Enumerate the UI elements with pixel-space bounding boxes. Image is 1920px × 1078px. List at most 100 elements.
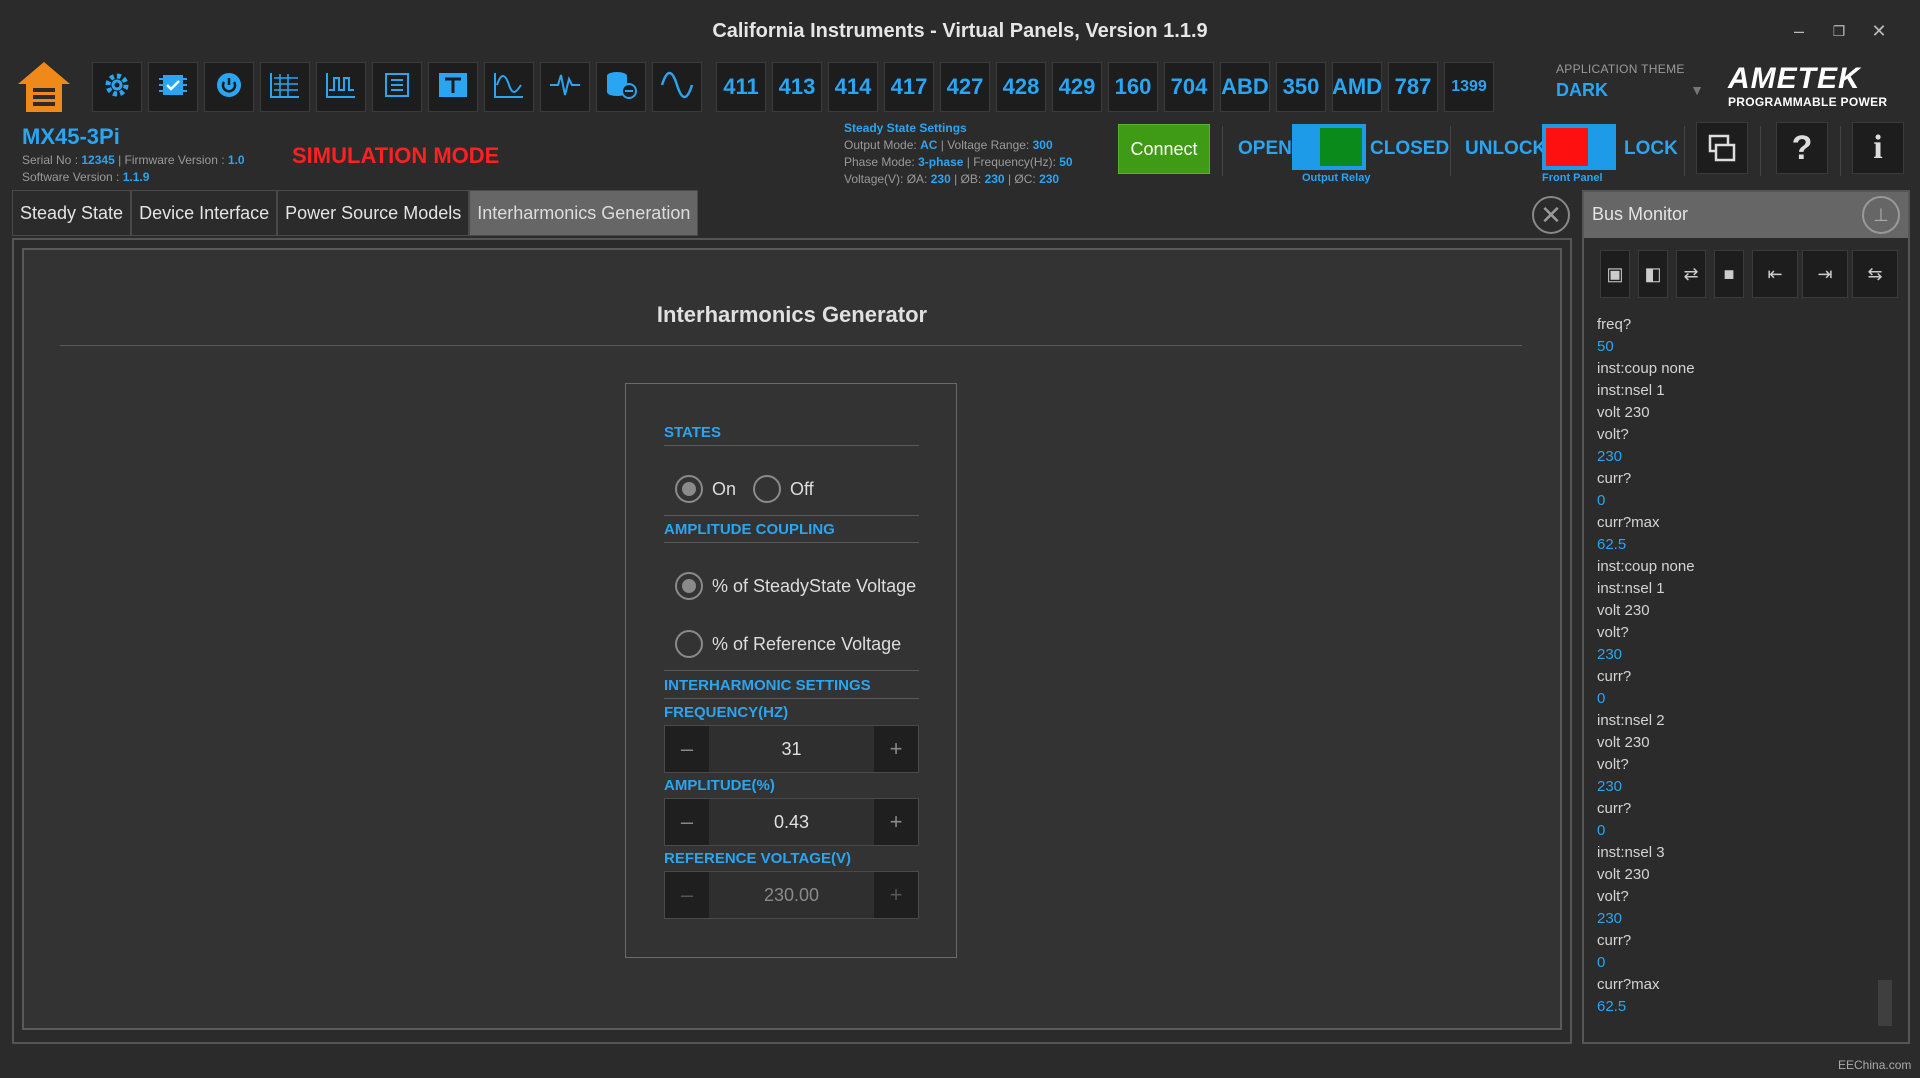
log-command: volt 230 [1597, 404, 1650, 421]
frequency-label: Frequency(Hz): [973, 155, 1056, 169]
radio-indicator [753, 475, 781, 503]
transient-button[interactable] [428, 62, 478, 112]
amplitude-increment-button[interactable]: + [874, 799, 918, 845]
model-button-787[interactable]: 787 [1388, 62, 1438, 112]
tab-steady-state[interactable]: Steady State [12, 190, 132, 236]
device-software: Software Version : 1.1.9 [22, 170, 149, 184]
frequency-input[interactable]: 31 [709, 726, 874, 772]
home-button[interactable] [16, 60, 88, 114]
frequency-value: 50 [1059, 155, 1073, 169]
pin-button[interactable]: ⊥ [1862, 196, 1900, 234]
front-panel-knob [1546, 128, 1588, 166]
divider [1450, 126, 1451, 176]
model-button-411[interactable]: 411 [716, 62, 766, 112]
save-to-button[interactable]: ⇥ [1802, 250, 1848, 298]
save-in-button[interactable]: ⇤ [1752, 250, 1798, 298]
tab-bar: Steady State Device Interface Power Source… [12, 190, 699, 236]
log-command: inst:coup none [1597, 360, 1695, 377]
phase-mode-label: Phase Mode: [844, 155, 915, 169]
dock-right-icon: ▣ [1606, 263, 1624, 284]
state-off-radio[interactable]: Off [753, 475, 814, 503]
steady-state-summary: Steady State Settings Output Mode: AC | … [844, 120, 1073, 188]
reference-decrement-button[interactable]: – [665, 872, 709, 918]
settings-button[interactable] [92, 62, 142, 112]
voltage-c-value: 230 [1039, 172, 1060, 186]
model-button-350[interactable]: 350 [1276, 62, 1326, 112]
radio-indicator [675, 475, 703, 503]
save-swap-button[interactable]: ⇆ [1852, 250, 1898, 298]
log-response: 0 [1597, 954, 1606, 971]
stop-button[interactable]: ■ [1714, 250, 1744, 298]
section-divider [664, 515, 919, 516]
section-divider [664, 542, 919, 543]
log-command: freq? [1597, 316, 1632, 333]
model-button-abd[interactable]: ABD [1220, 62, 1270, 112]
frequency-label: FREQUENCY(HZ) [664, 704, 789, 721]
help-button[interactable]: ? [1776, 122, 1828, 174]
waveform-table-button[interactable] [260, 62, 310, 112]
radio-indicator [675, 572, 703, 600]
window-layout-button[interactable] [1696, 122, 1748, 174]
pulse-button[interactable] [540, 62, 590, 112]
log-response: 50 [1597, 338, 1614, 355]
output-relay-toggle[interactable] [1292, 124, 1366, 170]
phase-mode-value: 3-phase [918, 155, 964, 169]
model-button-413[interactable]: 413 [772, 62, 822, 112]
model-button-160[interactable]: 160 [1108, 62, 1158, 112]
state-on-radio[interactable]: On [675, 475, 736, 503]
model-button-414[interactable]: 414 [828, 62, 878, 112]
model-button-428[interactable]: 428 [996, 62, 1046, 112]
log-command: volt? [1597, 888, 1629, 905]
voltage-a-label: Voltage(V): ØA: [844, 172, 928, 186]
tab-power-source-models[interactable]: Power Source Models [277, 190, 470, 236]
footer-credit: EEChina.com [1838, 1058, 1912, 1072]
close-window-button[interactable]: ✕ [1864, 16, 1894, 46]
brand-subtitle: PROGRAMMABLE POWER [1728, 95, 1888, 109]
theme-select[interactable]: DARK ▼ [1556, 80, 1704, 108]
sine-wave-button[interactable] [652, 62, 702, 112]
info-button[interactable]: i [1852, 122, 1904, 174]
model-button-417[interactable]: 417 [884, 62, 934, 112]
frequency-increment-button[interactable]: + [874, 726, 918, 772]
bus-log-scrollbar[interactable] [1878, 980, 1892, 1026]
dock-right-button[interactable]: ▣ [1600, 250, 1630, 298]
coupling-steady-radio[interactable]: % of SteadyState Voltage [675, 572, 916, 600]
tab-interharmonics-generation[interactable]: Interharmonics Generation [469, 190, 699, 236]
log-response: 62.5 [1597, 998, 1627, 1015]
connect-button[interactable]: Connect [1118, 124, 1210, 174]
state-on-label: On [712, 478, 737, 499]
software-label: Software Version : [22, 170, 120, 184]
swap-button[interactable]: ⇄ [1676, 250, 1706, 298]
chip-icon [156, 68, 190, 107]
power-button[interactable] [204, 62, 254, 112]
model-button-704[interactable]: 704 [1164, 62, 1214, 112]
reference-voltage-label: REFERENCE VOLTAGE(V) [664, 850, 851, 867]
database-button[interactable] [596, 62, 646, 112]
log-command: volt? [1597, 756, 1629, 773]
frequency-decrement-button[interactable]: – [665, 726, 709, 772]
close-tab-button[interactable]: ✕ [1532, 196, 1570, 234]
restore-button[interactable]: ❐ [1824, 16, 1854, 46]
amplitude-input[interactable]: 0.43 [709, 799, 874, 845]
model-button-427[interactable]: 427 [940, 62, 990, 112]
reference-increment-button[interactable]: + [874, 872, 918, 918]
divider [1222, 126, 1223, 176]
harmonics-button[interactable] [484, 62, 534, 112]
amplitude-decrement-button[interactable]: – [665, 799, 709, 845]
log-response: 62.5 [1597, 536, 1627, 553]
coupling-reference-radio[interactable]: % of Reference Voltage [675, 630, 901, 658]
front-panel-lock-toggle[interactable] [1542, 124, 1616, 170]
model-button-1399[interactable]: 1399 [1444, 62, 1494, 112]
close-icon: ✕ [1540, 199, 1562, 230]
list-button[interactable] [372, 62, 422, 112]
model-button-429[interactable]: 429 [1052, 62, 1102, 112]
reference-voltage-input[interactable]: 230.00 [709, 872, 874, 918]
reference-voltage-stepper: – 230.00 + [664, 871, 919, 919]
chip-button[interactable] [148, 62, 198, 112]
minimize-button[interactable]: – [1784, 16, 1814, 46]
model-button-amd[interactable]: AMD [1332, 62, 1382, 112]
tab-device-interface[interactable]: Device Interface [131, 190, 278, 236]
dock-left-button[interactable]: ◧ [1638, 250, 1668, 298]
step-waveform-button[interactable] [316, 62, 366, 112]
section-divider [664, 670, 919, 671]
